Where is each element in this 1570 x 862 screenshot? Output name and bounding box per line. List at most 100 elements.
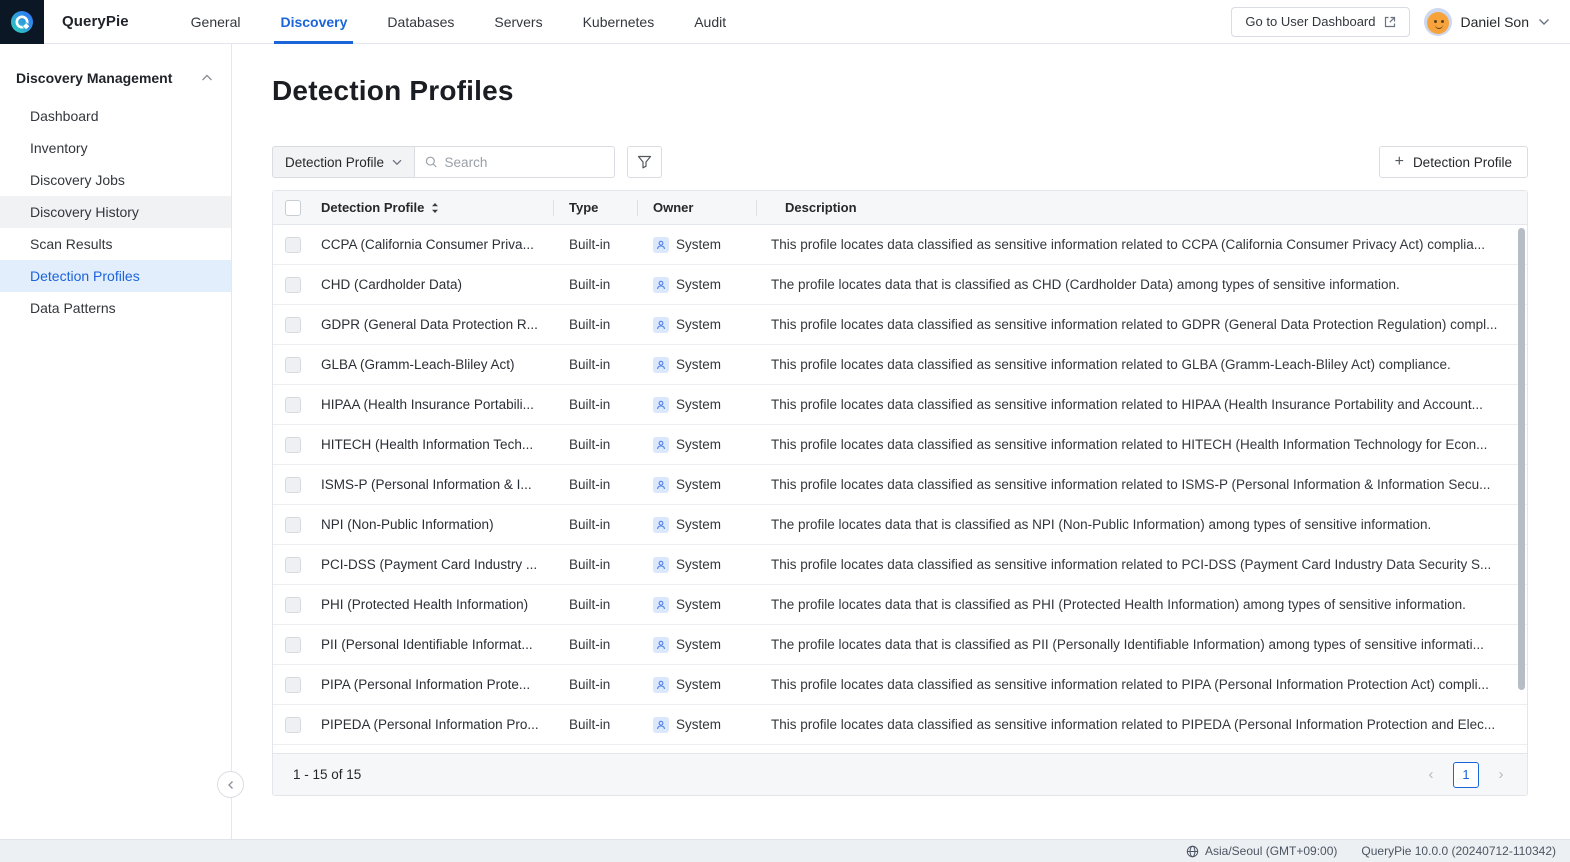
- profile-description: This profile locates data classified as …: [756, 557, 1527, 572]
- nav-tab-databases[interactable]: Databases: [387, 0, 454, 44]
- nav-tab-servers[interactable]: Servers: [494, 0, 542, 44]
- sidebar-item-discovery-jobs[interactable]: Discovery Jobs: [0, 164, 231, 196]
- row-checkbox[interactable]: [285, 597, 301, 613]
- advanced-filter-button[interactable]: [627, 146, 662, 178]
- nav-tab-kubernetes[interactable]: Kubernetes: [583, 0, 655, 44]
- user-name: Daniel Son: [1461, 14, 1530, 30]
- profile-name[interactable]: GLBA (Gramm-Leach-Bliley Act): [313, 357, 553, 372]
- row-checkbox[interactable]: [285, 317, 301, 333]
- profile-owner: System: [637, 717, 756, 733]
- profile-description: This profile locates data classified as …: [756, 317, 1527, 332]
- table-row[interactable]: PII (Personal Identifiable Informat...Bu…: [273, 625, 1527, 665]
- nav-tab-discovery[interactable]: Discovery: [280, 0, 347, 44]
- table-row[interactable]: ISMS-P (Personal Information & I...Built…: [273, 465, 1527, 505]
- row-count: 1 - 15 of 15: [293, 767, 361, 782]
- profile-name[interactable]: PHI (Protected Health Information): [313, 597, 553, 612]
- profile-description: This profile locates data classified as …: [756, 237, 1527, 252]
- user-icon: [656, 520, 666, 530]
- table-scrollbar[interactable]: [1518, 228, 1525, 690]
- profile-type: Built-in: [553, 717, 637, 732]
- querypie-logo[interactable]: [0, 0, 44, 44]
- row-checkbox[interactable]: [285, 397, 301, 413]
- next-page-button[interactable]: ›: [1489, 763, 1513, 787]
- filter-field-label: Detection Profile: [285, 155, 384, 170]
- owner-name: System: [676, 557, 721, 572]
- profile-name[interactable]: PIPEDA (Personal Information Pro...: [313, 717, 553, 732]
- go-to-user-dashboard-button[interactable]: Go to User Dashboard: [1231, 7, 1409, 37]
- profile-name[interactable]: NPI (Non-Public Information): [313, 517, 553, 532]
- table-row[interactable]: NPI (Non-Public Information)Built-inSyst…: [273, 505, 1527, 545]
- column-header-detection-profile[interactable]: Detection Profile: [313, 200, 553, 215]
- nav-tab-audit[interactable]: Audit: [694, 0, 726, 44]
- table-row[interactable]: HIPAA (Health Insurance Portabili...Buil…: [273, 385, 1527, 425]
- user-icon: [656, 280, 666, 290]
- profile-name[interactable]: HITECH (Health Information Tech...: [313, 437, 553, 452]
- profile-name[interactable]: PII (Personal Identifiable Informat...: [313, 637, 553, 652]
- row-checkbox[interactable]: [285, 557, 301, 573]
- table-row[interactable]: CHD (Cardholder Data)Built-inSystemThe p…: [273, 265, 1527, 305]
- plus-icon: +: [1395, 154, 1404, 170]
- search-input[interactable]: [445, 155, 605, 170]
- profile-owner: System: [637, 637, 756, 653]
- column-header-description: Description: [756, 200, 1527, 215]
- profile-name[interactable]: GDPR (General Data Protection R...: [313, 317, 553, 332]
- previous-page-button[interactable]: ‹: [1419, 763, 1443, 787]
- row-checkbox[interactable]: [285, 237, 301, 253]
- querypie-logo-icon: [9, 9, 35, 35]
- select-all-checkbox[interactable]: [285, 200, 301, 216]
- row-checkbox[interactable]: [285, 437, 301, 453]
- filter-field-dropdown[interactable]: Detection Profile: [272, 146, 415, 178]
- row-checkbox[interactable]: [285, 677, 301, 693]
- user-icon: [656, 360, 666, 370]
- row-checkbox[interactable]: [285, 357, 301, 373]
- table-row[interactable]: HITECH (Health Information Tech...Built-…: [273, 425, 1527, 465]
- sidebar-collapse-button[interactable]: [217, 771, 244, 798]
- sidebar-item-inventory[interactable]: Inventory: [0, 132, 231, 164]
- owner-name: System: [676, 637, 721, 652]
- owner-name: System: [676, 717, 721, 732]
- owner-user-icon: [653, 557, 669, 573]
- sidebar-item-data-patterns[interactable]: Data Patterns: [0, 292, 231, 324]
- owner-user-icon: [653, 237, 669, 253]
- table-row[interactable]: GLBA (Gramm-Leach-Bliley Act)Built-inSys…: [273, 345, 1527, 385]
- profile-type: Built-in: [553, 557, 637, 572]
- brand-name: QueryPie: [62, 13, 129, 30]
- row-checkbox[interactable]: [285, 277, 301, 293]
- add-detection-profile-button[interactable]: + Detection Profile: [1379, 146, 1528, 178]
- profile-type: Built-in: [553, 317, 637, 332]
- table-row[interactable]: CCPA (California Consumer Priva...Built-…: [273, 225, 1527, 265]
- profile-description: This profile locates data classified as …: [756, 717, 1527, 732]
- profile-description: This profile locates data classified as …: [756, 437, 1527, 452]
- row-checkbox[interactable]: [285, 717, 301, 733]
- table-row[interactable]: GDPR (General Data Protection R...Built-…: [273, 305, 1527, 345]
- profile-name[interactable]: HIPAA (Health Insurance Portabili...: [313, 397, 553, 412]
- row-checkbox[interactable]: [285, 477, 301, 493]
- profile-owner: System: [637, 397, 756, 413]
- table-row[interactable]: PCI-DSS (Payment Card Industry ...Built-…: [273, 545, 1527, 585]
- profile-owner: System: [637, 597, 756, 613]
- profile-name[interactable]: PCI-DSS (Payment Card Industry ...: [313, 557, 553, 572]
- user-menu[interactable]: Daniel Son: [1424, 8, 1551, 36]
- profile-name[interactable]: CHD (Cardholder Data): [313, 277, 553, 292]
- column-header-type: Type: [553, 200, 637, 215]
- sidebar-item-scan-results[interactable]: Scan Results: [0, 228, 231, 260]
- current-page-button[interactable]: 1: [1453, 762, 1479, 788]
- profile-name[interactable]: PIPA (Personal Information Prote...: [313, 677, 553, 692]
- profile-name[interactable]: ISMS-P (Personal Information & I...: [313, 477, 553, 492]
- chevron-down-icon: [1538, 18, 1550, 26]
- profile-description: The profile locates data that is classif…: [756, 277, 1527, 292]
- table-row[interactable]: PIPA (Personal Information Prote...Built…: [273, 665, 1527, 705]
- sidebar-item-dashboard[interactable]: Dashboard: [0, 100, 231, 132]
- owner-name: System: [676, 437, 721, 452]
- row-checkbox[interactable]: [285, 637, 301, 653]
- row-checkbox[interactable]: [285, 517, 301, 533]
- table-row[interactable]: PHI (Protected Health Information)Built-…: [273, 585, 1527, 625]
- nav-tab-general[interactable]: General: [191, 0, 241, 44]
- sidebar-section-discovery-management[interactable]: Discovery Management: [0, 44, 231, 100]
- profile-name[interactable]: CCPA (California Consumer Priva...: [313, 237, 553, 252]
- sort-icon[interactable]: [431, 202, 439, 214]
- sidebar-item-discovery-history[interactable]: Discovery History: [0, 196, 231, 228]
- table-row[interactable]: PIPEDA (Personal Information Pro...Built…: [273, 705, 1527, 745]
- owner-user-icon: [653, 677, 669, 693]
- sidebar-item-detection-profiles[interactable]: Detection Profiles: [0, 260, 231, 292]
